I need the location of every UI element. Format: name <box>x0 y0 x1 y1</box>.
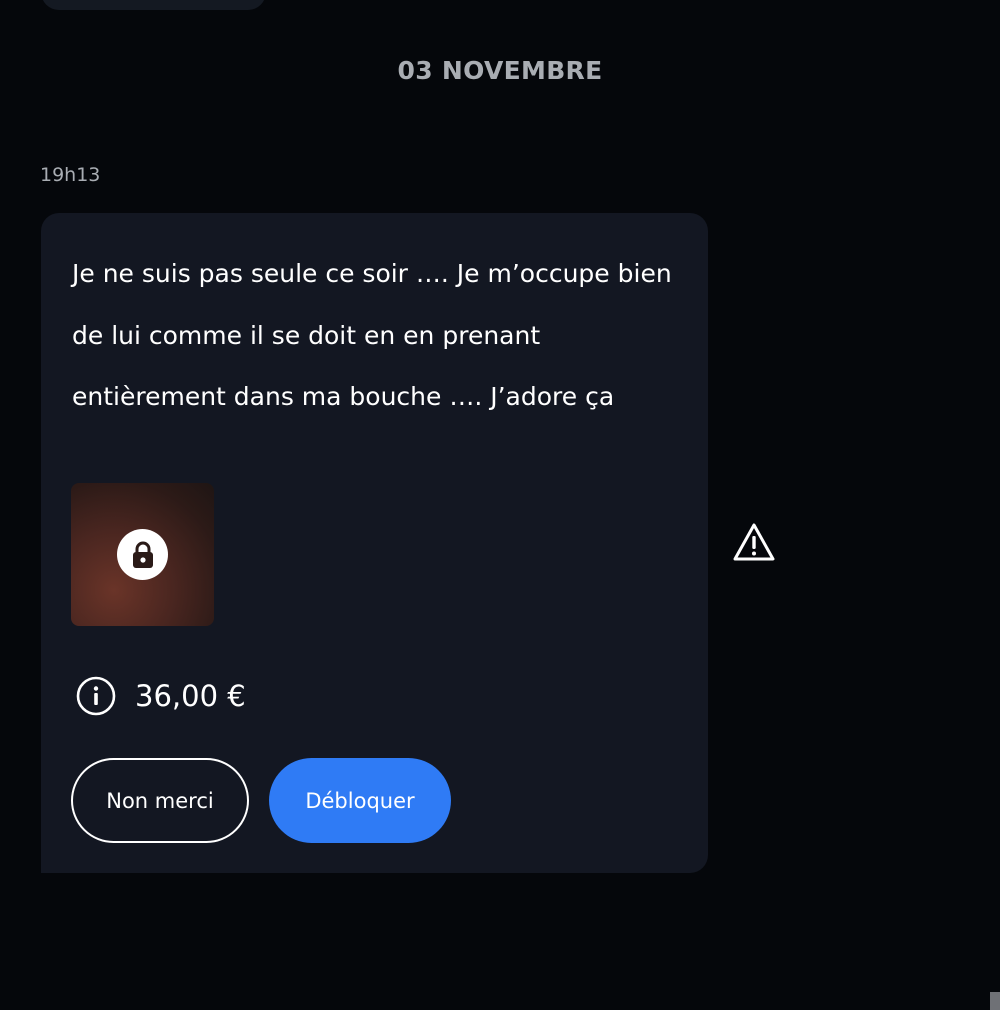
price-row: 36,00 € <box>76 676 246 716</box>
info-icon[interactable] <box>76 676 116 716</box>
decline-button[interactable]: Non merci <box>71 758 249 843</box>
chat-page: 03 NOVEMBRE 19h13 Je ne suis pas seule c… <box>0 0 1000 1010</box>
warning-triangle-icon[interactable] <box>732 522 776 564</box>
message-timestamp: 19h13 <box>40 164 101 186</box>
date-separator: 03 NOVEMBRE <box>397 56 603 85</box>
previous-message-bubble <box>41 0 266 10</box>
lock-badge <box>117 529 168 580</box>
unlock-button[interactable]: Débloquer <box>269 758 451 843</box>
lock-icon <box>132 541 153 568</box>
locked-media-thumbnail[interactable] <box>71 483 214 626</box>
scrollbar-thumb[interactable] <box>990 992 1000 1010</box>
price-label: 36,00 € <box>135 679 246 713</box>
message-text: Je ne suis pas seule ce soir …. Je m’occ… <box>72 259 672 411</box>
message-bubble: Je ne suis pas seule ce soir …. Je m’occ… <box>41 213 708 873</box>
